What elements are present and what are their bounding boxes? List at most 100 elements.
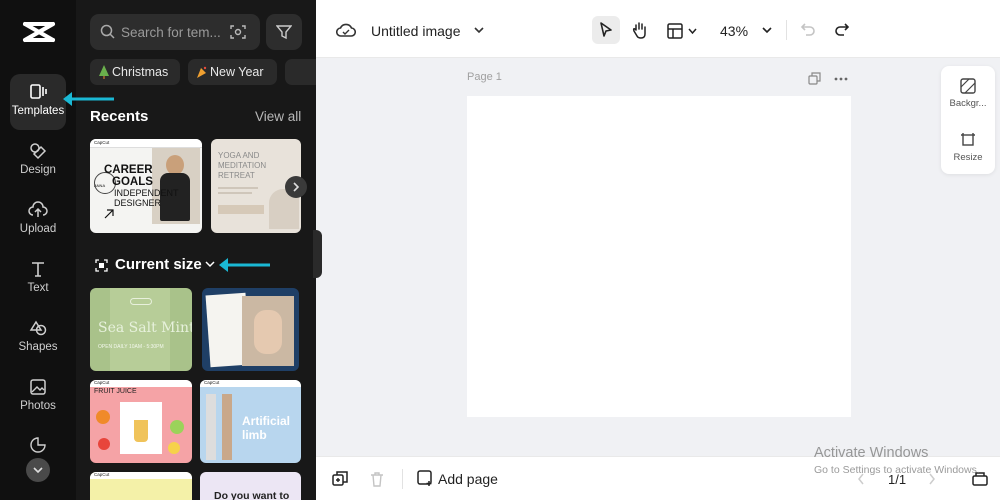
frame-size-icon [95, 259, 108, 272]
design-icon [30, 143, 47, 160]
chevron-down-icon [205, 261, 215, 268]
chevron-right-icon [293, 182, 300, 192]
template-brand: CapCut [204, 380, 220, 385]
view-all-link[interactable]: View all [255, 109, 301, 124]
hand-tool-button[interactable] [626, 16, 654, 44]
tree-icon [99, 65, 109, 79]
search-box[interactable]: Search for tem... [90, 14, 260, 50]
text-icon [32, 262, 44, 277]
sidebar-item-photos[interactable]: Photos [10, 369, 66, 425]
sidebar-item-shapes[interactable]: Shapes [10, 310, 66, 366]
template-text: Do you want to [214, 490, 290, 500]
bottom-divider [402, 469, 403, 489]
expand-rail-button[interactable] [26, 458, 50, 482]
annotation-arrow-templates [63, 92, 114, 106]
trash-icon[interactable] [370, 471, 384, 487]
right-properties-panel: Backgr... Resize [941, 66, 995, 174]
resize-icon [961, 133, 975, 146]
template-jewelry[interactable] [202, 288, 299, 371]
zoom-level[interactable]: 43% [720, 23, 748, 39]
capcut-logo-icon [23, 22, 55, 42]
layout-icon [667, 23, 683, 39]
background-icon [960, 78, 976, 94]
sidebar-item-design[interactable]: Design [10, 133, 66, 189]
templates-panel: Search for tem... Christmas New Year Rec… [76, 0, 316, 500]
layout-dropdown-button[interactable] [662, 16, 702, 44]
template-yellow[interactable]: CapCut [90, 472, 192, 500]
chevron-down-icon[interactable] [474, 27, 484, 35]
filter-button[interactable] [266, 14, 302, 50]
template-career-goals[interactable]: CapCut CAREER GOALS ANNA INDEPENDENT DES… [90, 139, 202, 233]
sidebar-item-templates[interactable]: Templates [10, 74, 66, 130]
chip-label: Christmas [112, 65, 169, 79]
template-text: ANNA [94, 183, 106, 188]
template-artificial-limb[interactable]: CapCut Artificial limb [200, 380, 301, 463]
chevron-down-icon[interactable] [762, 27, 772, 35]
chip-new-year[interactable]: New Year [188, 59, 277, 85]
chevron-down-icon [33, 467, 43, 474]
recents-next-button[interactable] [285, 176, 307, 198]
templates-icon [30, 84, 47, 99]
cursor-icon [600, 22, 612, 37]
left-rail: Templates Design Upload Text Shapes Phot… [0, 0, 76, 500]
current-size-label: Current size [115, 256, 202, 273]
undo-icon[interactable] [800, 22, 816, 38]
annotation-arrow-current-size [219, 258, 270, 272]
template-brand: CapCut [94, 140, 110, 145]
party-popper-icon [197, 66, 207, 78]
template-text: GOALS [112, 176, 153, 188]
copy-page-icon[interactable] [332, 471, 348, 487]
sidebar-item-text[interactable]: Text [10, 251, 66, 307]
activate-windows-title: Activate Windows [814, 445, 929, 461]
chip-label: New Year [210, 65, 264, 79]
sidebar-item-label: Text [27, 282, 49, 294]
duplicate-page-icon[interactable] [808, 72, 821, 85]
template-brand: CapCut [94, 380, 110, 385]
document-title[interactable]: Untitled image [371, 23, 461, 39]
template-brand: CapCut [94, 472, 110, 477]
template-text: FRUIT JUICE [94, 388, 137, 395]
template-text: OPEN DAILY 10AM - 5:30PM [98, 344, 164, 350]
template-text: MEDITATION [218, 161, 267, 170]
template-text: limb [242, 428, 267, 442]
toolbar-divider [786, 20, 787, 40]
resize-button[interactable]: Resize [941, 132, 995, 163]
top-toolbar: Untitled image 43% [316, 0, 1000, 58]
template-text: Artificial [242, 414, 291, 428]
background-button[interactable]: Backgr... [941, 78, 995, 109]
sidebar-item-upload[interactable]: Upload [10, 192, 66, 248]
more-options-icon[interactable] [834, 77, 848, 81]
select-tool-button[interactable] [592, 16, 620, 44]
resize-label: Resize [953, 152, 983, 163]
search-icon [100, 24, 115, 39]
template-text: YOGA AND [218, 151, 260, 160]
recents-title: Recents [90, 108, 149, 125]
collapse-panel-handle[interactable] [313, 230, 322, 278]
template-text: Sea Salt Mint [98, 320, 192, 336]
more-tools-icon[interactable] [29, 436, 47, 454]
arrow-icon [104, 209, 114, 219]
chip-christmas[interactable]: Christmas [90, 59, 180, 85]
template-text: DESIGNER [114, 198, 162, 208]
template-fruit-juice[interactable]: CapCut FRUIT JUICE [90, 380, 192, 463]
chevron-down-icon [688, 28, 697, 35]
bottom-bar: Add page 1/1 [316, 456, 1000, 500]
canvas-page[interactable] [467, 96, 851, 417]
template-text: INDEPENDENT [114, 188, 179, 198]
cloud-sync-icon[interactable] [336, 22, 356, 38]
template-text: CAREER [104, 164, 153, 176]
shapes-icon [29, 320, 47, 336]
sidebar-item-label: Shapes [18, 341, 58, 353]
template-sea-salt-mint[interactable]: Sea Salt Mint OPEN DAILY 10AM - 5:30PM [90, 288, 192, 371]
activate-windows-subtitle: Go to Settings to activate Windows. [814, 464, 980, 476]
search-input[interactable]: Search for tem... [121, 25, 221, 40]
template-text: RETREAT [218, 171, 255, 180]
image-search-icon[interactable] [230, 24, 246, 40]
template-do-you-want[interactable]: Do you want to [200, 472, 301, 500]
redo-icon[interactable] [834, 22, 850, 38]
photos-icon [30, 379, 46, 395]
chip-more[interactable] [285, 59, 316, 85]
sidebar-item-label: Design [20, 164, 56, 176]
hand-icon [632, 22, 646, 39]
upload-icon [28, 201, 48, 217]
